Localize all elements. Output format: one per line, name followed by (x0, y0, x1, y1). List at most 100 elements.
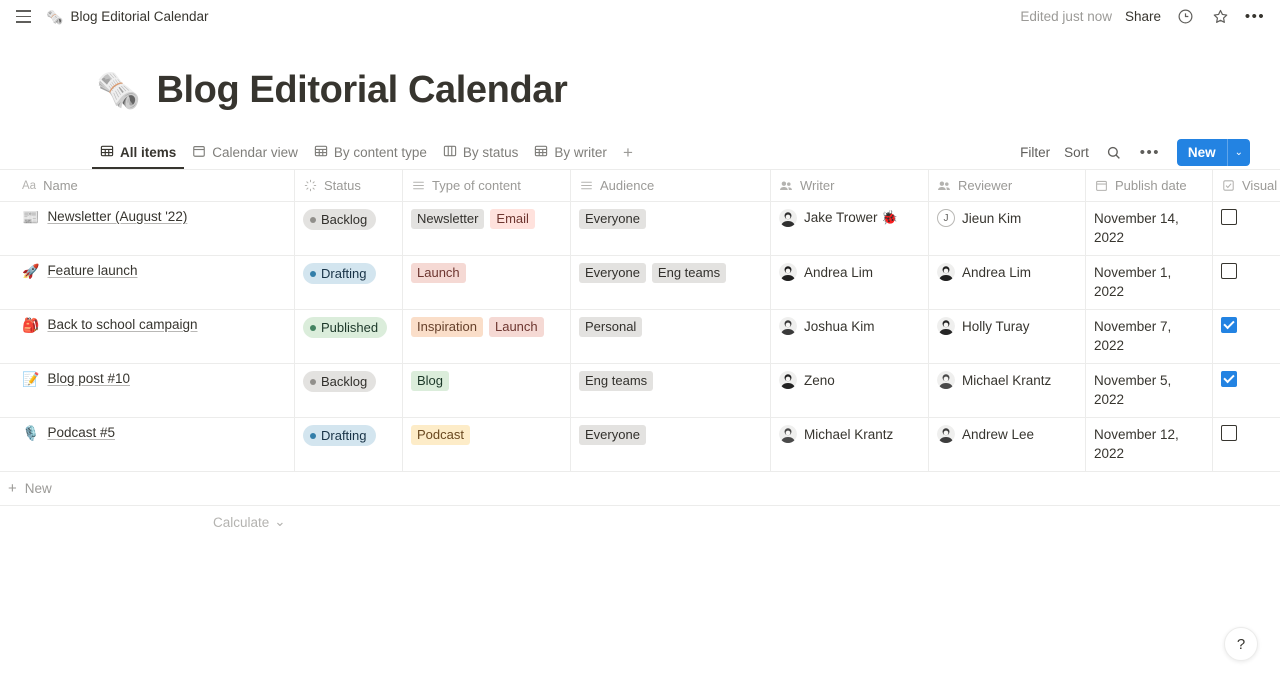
tab-by-status[interactable]: By status (435, 136, 527, 169)
tag[interactable]: Everyone (579, 425, 646, 445)
visual-ready-checkbox[interactable] (1221, 317, 1237, 333)
cell-writer[interactable]: Andrea Lim (771, 256, 929, 309)
cell-audience[interactable]: Personal (571, 310, 771, 363)
tag[interactable]: Personal (579, 317, 643, 337)
type-tags[interactable]: Newsletter Email (411, 209, 541, 229)
sort-button[interactable]: Sort (1064, 145, 1089, 160)
cell-type-of-content[interactable]: Podcast (403, 418, 571, 471)
cell-reviewer[interactable]: Michael Krantz (929, 364, 1086, 417)
cell-name[interactable]: 🚀 Feature launch (0, 256, 295, 309)
breadcrumb[interactable]: 🗞️ Blog Editorial Calendar (46, 9, 209, 24)
cell-audience[interactable]: Eng teams (571, 364, 771, 417)
tab-calendar-view[interactable]: Calendar view (184, 136, 306, 169)
cell-writer[interactable]: Joshua Kim (771, 310, 929, 363)
cell-publish-date[interactable]: November 5, 2022 (1086, 364, 1213, 417)
cell-reviewer[interactable]: J Jieun Kim (929, 202, 1086, 255)
cell-type-of-content[interactable]: Inspiration Launch (403, 310, 571, 363)
add-new-row-button[interactable]: + New (0, 472, 1280, 506)
tag[interactable]: Launch (488, 317, 544, 337)
cell-audience[interactable]: Everyone Eng teams (571, 256, 771, 309)
type-tags[interactable]: Inspiration Launch (411, 317, 550, 337)
tab-by-content-type[interactable]: By content type (306, 136, 435, 169)
cell-reviewer[interactable]: Holly Turay (929, 310, 1086, 363)
tab-all-items[interactable]: All items (92, 136, 185, 169)
writer[interactable]: Jake Trower 🐞 (779, 209, 898, 227)
cell-type-of-content[interactable]: Newsletter Email (403, 202, 571, 255)
audience-tags[interactable]: Personal (579, 317, 648, 337)
cell-audience[interactable]: Everyone (571, 418, 771, 471)
cell-publish-date[interactable]: November 12, 2022 (1086, 418, 1213, 471)
cell-publish-date[interactable]: November 7, 2022 (1086, 310, 1213, 363)
column-header-name[interactable]: Aa Name (0, 170, 295, 201)
tag[interactable]: Newsletter (411, 209, 485, 229)
cell-name[interactable]: 🎙️ Podcast #5 (0, 418, 295, 471)
column-header-publish-date[interactable]: Publish date (1086, 170, 1213, 201)
table-row[interactable]: 🎙️ Podcast #5 Drafting Podcast Everyone … (0, 418, 1280, 472)
status-badge[interactable]: Backlog (303, 209, 377, 230)
status-badge[interactable]: Drafting (303, 425, 376, 446)
audience-tags[interactable]: Eng teams (579, 371, 659, 391)
cell-status[interactable]: Backlog (295, 364, 403, 417)
tab-by-writer[interactable]: By writer (526, 136, 615, 169)
column-header-visual[interactable]: Visual (1213, 170, 1280, 201)
tag[interactable]: Blog (411, 371, 450, 391)
reviewer[interactable]: J Jieun Kim (937, 209, 1021, 227)
star-icon[interactable] (1209, 6, 1231, 28)
visual-ready-checkbox[interactable] (1221, 371, 1237, 387)
cell-status[interactable]: Published (295, 310, 403, 363)
table-row[interactable]: 📝 Blog post #10 Backlog Blog Eng teams Z… (0, 364, 1280, 418)
table-row[interactable]: 🎒 Back to school campaign Published Insp… (0, 310, 1280, 364)
help-button[interactable]: ? (1224, 627, 1258, 661)
filter-button[interactable]: Filter (1020, 145, 1050, 160)
new-button[interactable]: New ⌄ (1176, 139, 1250, 166)
clock-icon[interactable] (1174, 6, 1196, 28)
share-button[interactable]: Share (1125, 9, 1161, 24)
visual-ready-checkbox[interactable] (1221, 425, 1237, 441)
cell-reviewer[interactable]: Andrea Lim (929, 256, 1086, 309)
audience-tags[interactable]: Everyone (579, 209, 652, 229)
column-header-audience[interactable]: Audience (571, 170, 771, 201)
cell-writer[interactable]: Michael Krantz (771, 418, 929, 471)
cell-status[interactable]: Drafting (295, 418, 403, 471)
tag[interactable]: Eng teams (579, 371, 654, 391)
cell-audience[interactable]: Everyone (571, 202, 771, 255)
view-more-icon[interactable]: ••• (1139, 142, 1161, 164)
type-tags[interactable]: Launch (411, 263, 472, 283)
cell-name[interactable]: 📰 Newsletter (August '22) (0, 202, 295, 255)
visual-ready-checkbox[interactable] (1221, 209, 1237, 225)
cell-visual[interactable] (1213, 310, 1280, 363)
tag[interactable]: Email (490, 209, 535, 229)
cell-visual[interactable] (1213, 418, 1280, 471)
reviewer[interactable]: Michael Krantz (937, 371, 1051, 389)
row-title[interactable]: Back to school campaign (47, 317, 197, 332)
hamburger-icon[interactable] (12, 6, 34, 28)
column-header-reviewer[interactable]: Reviewer (929, 170, 1086, 201)
status-badge[interactable]: Published (303, 317, 388, 338)
tag[interactable]: Everyone (579, 263, 646, 283)
cell-visual[interactable] (1213, 202, 1280, 255)
row-title[interactable]: Podcast #5 (47, 425, 115, 440)
table-row[interactable]: 📰 Newsletter (August '22) Backlog Newsle… (0, 202, 1280, 256)
new-button-caret-icon[interactable]: ⌄ (1226, 139, 1250, 166)
row-title[interactable]: Newsletter (August '22) (47, 209, 187, 224)
reviewer[interactable]: Andrea Lim (937, 263, 1031, 281)
table-row[interactable]: 🚀 Feature launch Drafting Launch Everyon… (0, 256, 1280, 310)
cell-writer[interactable]: Zeno (771, 364, 929, 417)
cell-publish-date[interactable]: November 1, 2022 (1086, 256, 1213, 309)
tag[interactable]: Podcast (411, 425, 470, 445)
writer[interactable]: Joshua Kim (779, 317, 875, 335)
cell-status[interactable]: Drafting (295, 256, 403, 309)
cell-type-of-content[interactable]: Blog (403, 364, 571, 417)
status-badge[interactable]: Drafting (303, 263, 376, 284)
tag[interactable]: Inspiration (411, 317, 483, 337)
column-header-type-of-content[interactable]: Type of content (403, 170, 571, 201)
cell-name[interactable]: 🎒 Back to school campaign (0, 310, 295, 363)
column-header-status[interactable]: Status (295, 170, 403, 201)
writer[interactable]: Andrea Lim (779, 263, 873, 281)
audience-tags[interactable]: Everyone (579, 425, 652, 445)
writer[interactable]: Michael Krantz (779, 425, 893, 443)
row-title[interactable]: Feature launch (47, 263, 137, 278)
writer[interactable]: Zeno (779, 371, 835, 389)
row-title[interactable]: Blog post #10 (47, 371, 130, 386)
calculate-button[interactable]: Calculate ⌄ (0, 506, 1280, 538)
